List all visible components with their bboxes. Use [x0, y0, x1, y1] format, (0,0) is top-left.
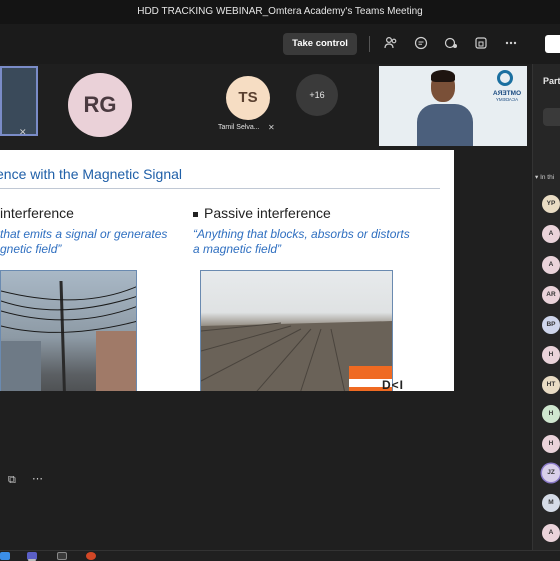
- participant-avatar[interactable]: YP: [542, 195, 560, 213]
- meeting-toolbar: Take control: [0, 24, 560, 65]
- participant-avatar[interactable]: HT: [542, 376, 560, 394]
- panel-title: Part: [543, 76, 560, 86]
- street-power-lines-photo: [0, 270, 137, 391]
- presenter-hair: [431, 70, 455, 82]
- rooms-icon[interactable]: [473, 36, 489, 52]
- participants-panel: Part ▾ In thi YP A A AR BP H HT H H JZ M…: [532, 64, 560, 550]
- shared-screen-thumbnail[interactable]: [0, 66, 38, 136]
- participant-avatar[interactable]: AR: [542, 286, 560, 304]
- security-icon[interactable]: [57, 552, 67, 560]
- invite-field[interactable]: [543, 108, 560, 126]
- reactions-icon[interactable]: [443, 36, 459, 52]
- participant-name: Tamil Selva...: [218, 124, 260, 131]
- participant-avatar-ts[interactable]: TS: [226, 76, 270, 120]
- right-heading-row: Passive interference: [193, 205, 331, 221]
- shared-slide: ence with the Magnetic Signal interferen…: [0, 150, 454, 391]
- right-heading: Passive interference: [204, 205, 331, 221]
- copy-icon[interactable]: ⧉: [8, 474, 16, 487]
- camera-button[interactable]: [545, 35, 560, 53]
- video-logo-text: OMTERA: [492, 90, 522, 97]
- window-title: HDD TRACKING WEBINAR_Omtera Academy's Te…: [137, 6, 423, 17]
- mic-off-icon: ✕: [19, 127, 27, 137]
- more-options-icon[interactable]: ⋯: [32, 472, 43, 485]
- bullet-icon: [193, 211, 198, 217]
- participant-avatar[interactable]: A: [542, 524, 560, 542]
- presenter-body: [417, 104, 473, 146]
- slide-title: ence with the Magnetic Signal: [0, 166, 182, 182]
- take-control-button[interactable]: Take control: [283, 33, 357, 55]
- chat-icon[interactable]: [413, 36, 429, 52]
- slide-divider: [0, 188, 440, 189]
- participant-avatar[interactable]: H: [542, 346, 560, 364]
- more-participants-button[interactable]: +16: [296, 74, 338, 116]
- panel-section-label: In thi: [540, 174, 555, 181]
- participant-avatar[interactable]: JZ: [542, 464, 560, 482]
- video-logo-sub: ACADEMY: [495, 97, 519, 102]
- presenter-video[interactable]: OMTERA ACADEMY: [379, 66, 527, 146]
- participant-avatar[interactable]: H: [542, 405, 560, 423]
- participant-avatar[interactable]: A: [542, 256, 560, 274]
- left-quote: that emits a signal or generates gnetic …: [0, 227, 168, 256]
- participant-avatar-rg[interactable]: RG: [68, 73, 132, 137]
- windows-taskbar: [0, 550, 560, 561]
- people-icon[interactable]: [383, 36, 399, 52]
- omtera-logo-icon: [497, 70, 513, 86]
- right-quote: “Anything that blocks, absorbs or distor…: [193, 227, 410, 256]
- participant-avatar[interactable]: M: [542, 494, 560, 512]
- title-bar: HDD TRACKING WEBINAR_Omtera Academy's Te…: [0, 0, 560, 24]
- panel-section-header[interactable]: ▾ In thi: [535, 173, 554, 181]
- more-icon[interactable]: [503, 36, 519, 52]
- rebar-construction-photo: [200, 270, 393, 391]
- powerpoint-icon[interactable]: [86, 552, 96, 560]
- participant-avatar[interactable]: BP: [542, 316, 560, 334]
- meeting-stage: ✕ RG TS Tamil Selva... ✕ +16 OMTERA ACAD…: [0, 64, 532, 550]
- slide-brand-logo: D<I: [382, 378, 405, 391]
- participant-avatar[interactable]: A: [542, 225, 560, 243]
- participant-avatar[interactable]: H: [542, 435, 560, 453]
- windows-start-icon[interactable]: [0, 552, 10, 560]
- mic-off-icon: ✕: [268, 123, 275, 132]
- toolbar-divider: [369, 36, 370, 52]
- left-heading: interference: [0, 205, 74, 221]
